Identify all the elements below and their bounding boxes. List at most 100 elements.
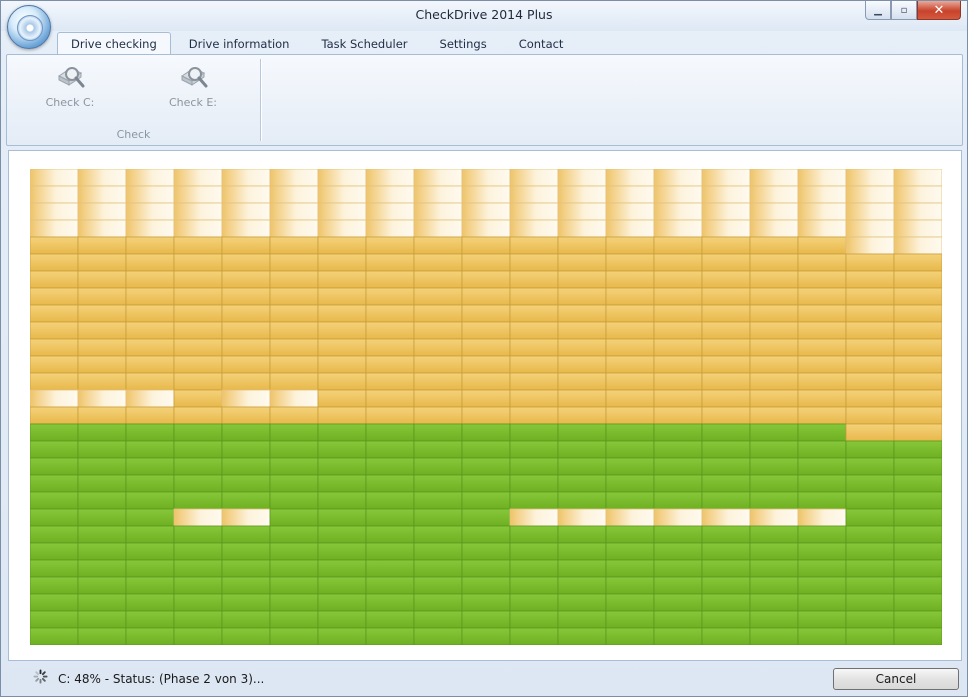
- block-checked: [221, 423, 271, 442]
- block-pending: [509, 219, 559, 238]
- block-checked: [413, 440, 463, 459]
- block-checked: [317, 542, 367, 561]
- block-read: [893, 372, 942, 391]
- block-checked: [605, 576, 655, 595]
- block-checked: [269, 610, 319, 629]
- block-read: [893, 253, 942, 272]
- block-read: [749, 270, 799, 289]
- check-e-button[interactable]: Check E:: [158, 59, 228, 117]
- block-read: [509, 253, 559, 272]
- block-checked: [749, 542, 799, 561]
- block-checked: [509, 491, 559, 510]
- block-read: [701, 372, 751, 391]
- block-checked: [749, 440, 799, 459]
- block-pending: [461, 202, 511, 221]
- block-pending: [557, 202, 607, 221]
- close-button[interactable]: ✕: [917, 1, 961, 20]
- block-read: [413, 253, 463, 272]
- block-checked: [269, 508, 319, 527]
- block-read: [125, 253, 175, 272]
- block-checked: [317, 423, 367, 442]
- block-read: [605, 304, 655, 323]
- block-read: [413, 355, 463, 374]
- check-c-button[interactable]: Check C:: [35, 59, 105, 117]
- block-pending: [30, 202, 79, 221]
- ribbon-group-separator: [260, 59, 261, 141]
- block-read: [509, 270, 559, 289]
- block-pending: [605, 202, 655, 221]
- block-checked: [797, 593, 847, 612]
- block-checked: [365, 627, 415, 645]
- block-read: [173, 406, 223, 425]
- app-menu-orb-icon[interactable]: [7, 5, 51, 49]
- block-checked: [509, 474, 559, 493]
- block-read: [77, 270, 127, 289]
- block-pending: [269, 185, 319, 204]
- block-pending: [125, 169, 175, 187]
- block-pending: [365, 185, 415, 204]
- block-read: [365, 253, 415, 272]
- block-pending: [653, 169, 703, 187]
- block-checked: [77, 474, 127, 493]
- block-read: [845, 321, 895, 340]
- block-checked: [701, 474, 751, 493]
- cancel-button[interactable]: Cancel: [833, 668, 959, 690]
- block-read: [317, 304, 367, 323]
- block-checked: [317, 474, 367, 493]
- block-pending: [173, 169, 223, 187]
- block-pending: [653, 219, 703, 238]
- minimize-button[interactable]: ▁: [865, 1, 891, 20]
- block-checked: [173, 576, 223, 595]
- tab-contact[interactable]: Contact: [505, 32, 578, 55]
- maximize-button[interactable]: ▫: [891, 1, 917, 20]
- block-checked: [30, 508, 79, 527]
- block-read: [797, 389, 847, 408]
- block-pending: [269, 389, 319, 408]
- block-checked: [509, 525, 559, 544]
- block-checked: [365, 440, 415, 459]
- block-read: [893, 287, 942, 306]
- block-read: [461, 236, 511, 255]
- block-checked: [30, 491, 79, 510]
- block-read: [365, 406, 415, 425]
- block-checked: [221, 474, 271, 493]
- block-read: [749, 389, 799, 408]
- block-checked: [461, 440, 511, 459]
- block-checked: [797, 610, 847, 629]
- block-checked: [413, 593, 463, 612]
- block-read: [557, 372, 607, 391]
- block-pending: [269, 219, 319, 238]
- block-read: [461, 389, 511, 408]
- block-read: [269, 321, 319, 340]
- tab-settings[interactable]: Settings: [426, 32, 501, 55]
- tab-drive-information[interactable]: Drive information: [175, 32, 304, 55]
- tab-drive-checking[interactable]: Drive checking: [57, 32, 171, 56]
- block-read: [269, 372, 319, 391]
- block-checked: [77, 525, 127, 544]
- block-checked: [653, 576, 703, 595]
- tab-task-scheduler[interactable]: Task Scheduler: [307, 32, 421, 55]
- block-pending: [77, 169, 127, 187]
- block-read: [173, 372, 223, 391]
- block-checked: [557, 474, 607, 493]
- block-checked: [413, 576, 463, 595]
- block-read: [269, 287, 319, 306]
- block-checked: [845, 508, 895, 527]
- block-read: [461, 304, 511, 323]
- block-checked: [173, 593, 223, 612]
- block-checked: [893, 593, 942, 612]
- block-read: [653, 270, 703, 289]
- block-checked: [653, 627, 703, 645]
- block-checked: [797, 474, 847, 493]
- block-read: [461, 270, 511, 289]
- block-checked: [893, 627, 942, 645]
- block-pending: [413, 202, 463, 221]
- block-read: [221, 372, 271, 391]
- block-pending: [701, 202, 751, 221]
- block-checked: [461, 508, 511, 527]
- block-read: [365, 236, 415, 255]
- block-read: [30, 338, 79, 357]
- block-read: [893, 338, 942, 357]
- block-pending: [365, 169, 415, 187]
- block-pending: [317, 202, 367, 221]
